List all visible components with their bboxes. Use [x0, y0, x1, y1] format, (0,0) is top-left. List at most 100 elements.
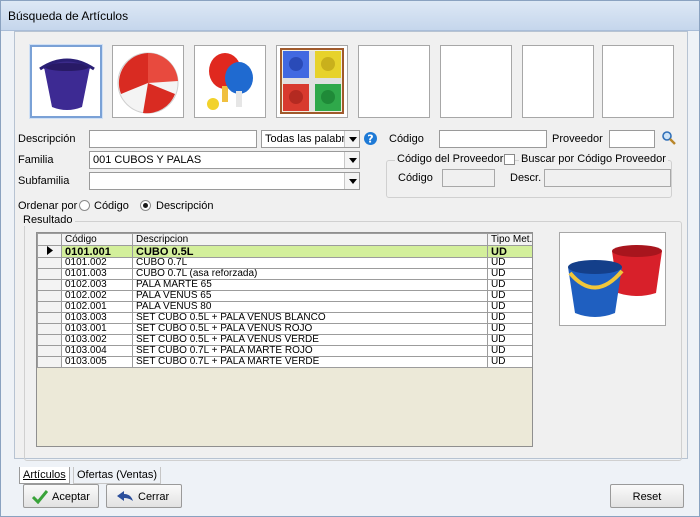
reset-button[interactable]: Reset	[610, 484, 684, 508]
aceptar-button[interactable]: Aceptar	[23, 484, 99, 508]
cell-tipo-met: UD	[487, 312, 532, 324]
proveedor-input[interactable]	[609, 130, 655, 148]
tab-ofertas-ventas[interactable]: Ofertas (Ventas)	[73, 467, 162, 484]
table-row[interactable]: 0102.002 PALA VENUS 65 UD	[37, 290, 532, 302]
cell-codigo: 0102.002	[61, 290, 133, 302]
help-icon[interactable]: ?	[363, 131, 378, 146]
cell-codigo: 0101.002	[61, 257, 133, 269]
cell-codigo: 0101.003	[61, 268, 133, 280]
familia-label: Familia	[18, 154, 54, 166]
svg-text:?: ?	[367, 133, 373, 146]
subfamilia-select[interactable]	[89, 172, 360, 190]
table-row[interactable]: 0103.001 SET CUBO 0.5L + PALA VENUS ROJO…	[37, 323, 532, 335]
cerrar-label: Cerrar	[138, 491, 170, 503]
product-thumbnail-bucket[interactable]	[30, 45, 102, 118]
cell-descripcion: SET CUBO 0.5L + PALA VENUS BLANCO	[132, 312, 488, 324]
cell-tipo-met: UD	[487, 345, 532, 357]
search-articles-window: Búsqueda de Artículos Descripción Todas …	[0, 0, 700, 517]
back-arrow-icon	[117, 491, 133, 501]
cell-descripcion: SET CUBO 0.5L + PALA VENUS VERDE	[132, 334, 488, 346]
cell-codigo: 0102.001	[61, 301, 133, 313]
proveedor-descr-input[interactable]	[544, 169, 671, 187]
buscar-por-codigo-proveedor-checkbox[interactable]	[504, 154, 515, 165]
table-row[interactable]: 0103.004 SET CUBO 0.7L + PALA MARTE ROJO…	[37, 345, 532, 357]
cell-tipo-met: UD	[487, 268, 532, 280]
table-row[interactable]: 0101.003 CUBO 0.7L (asa reforzada) UD	[37, 268, 532, 280]
column-header-codigo[interactable]: Código	[61, 233, 133, 246]
sort-codigo-label: Código	[94, 200, 129, 212]
cell-descripcion: CUBO 0.7L	[132, 257, 488, 269]
cell-codigo: 0103.001	[61, 323, 133, 335]
descripcion-input[interactable]	[89, 130, 257, 148]
product-thumbnail-board-game[interactable]	[276, 45, 348, 118]
grid-indicator-header	[37, 233, 62, 246]
product-thumbnail-paddles[interactable]	[194, 45, 266, 118]
cell-descripcion: SET CUBO 0.7L + PALA MARTE ROJO	[132, 345, 488, 357]
proveedor-codigo-input[interactable]	[442, 169, 495, 187]
cell-descripcion: SET CUBO 0.5L + PALA VENUS ROJO	[132, 323, 488, 335]
resultado-group-label: Resultado	[21, 214, 75, 226]
table-row[interactable]: 0103.005 SET CUBO 0.7L + PALA MARTE VERD…	[37, 356, 532, 368]
chevron-down-icon	[344, 152, 359, 168]
results-grid[interactable]: Código Descripcion Tipo Met. 0101.001 CU…	[36, 232, 533, 447]
codigo-label: Código	[389, 133, 424, 145]
cell-descripcion: PALA MARTE 65	[132, 279, 488, 291]
product-thumbnail-ball[interactable]	[112, 45, 184, 118]
product-preview-image	[559, 232, 666, 326]
cell-codigo: 0103.003	[61, 312, 133, 324]
checkmark-icon	[32, 490, 48, 504]
row-pointer-icon	[46, 246, 53, 255]
chevron-down-icon	[344, 173, 359, 189]
proveedor-codigo-label: Código	[398, 172, 433, 184]
cell-descripcion: PALA VENUS 80	[132, 301, 488, 313]
cell-descripcion: CUBO 0.5L	[132, 245, 488, 258]
cell-codigo: 0101.001	[61, 245, 133, 258]
familia-value: 001 CUBOS Y PALAS	[93, 154, 202, 166]
proveedor-descr-label: Descr.	[510, 172, 542, 184]
product-thumbnail-empty[interactable]	[602, 45, 674, 118]
table-row[interactable]: 0101.002 CUBO 0.7L UD	[37, 257, 532, 269]
sort-codigo-radio[interactable]	[79, 200, 90, 211]
cell-codigo: 0103.002	[61, 334, 133, 346]
table-row[interactable]: 0103.002 SET CUBO 0.5L + PALA VENUS VERD…	[37, 334, 532, 346]
cell-descripcion: PALA VENUS 65	[132, 290, 488, 302]
product-thumbnail-empty[interactable]	[358, 45, 430, 118]
product-thumbnail-empty[interactable]	[440, 45, 512, 118]
descripcion-label: Descripción	[18, 133, 76, 145]
sort-descripcion-label: Descripción	[156, 200, 214, 212]
cell-tipo-met: UD	[487, 301, 532, 313]
table-row[interactable]: 0103.003 SET CUBO 0.5L + PALA VENUS BLAN…	[37, 312, 532, 324]
cerrar-button[interactable]: Cerrar	[106, 484, 182, 508]
column-header-tipo-met[interactable]: Tipo Met.	[487, 233, 532, 246]
cell-tipo-met: UD	[487, 245, 532, 258]
tab-ofertas-label: Ofertas (Ventas)	[77, 469, 158, 481]
codigo-input[interactable]	[439, 130, 547, 148]
words-mode-value: Todas las palabras	[265, 133, 357, 145]
cell-codigo: 0103.004	[61, 345, 133, 357]
cell-descripcion: SET CUBO 0.7L + PALA MARTE VERDE	[132, 356, 488, 368]
tab-articulos[interactable]: Artículos	[19, 467, 70, 484]
cell-tipo-met: UD	[487, 257, 532, 269]
cell-codigo: 0102.003	[61, 279, 133, 291]
column-header-descripcion[interactable]: Descripcion	[132, 233, 488, 246]
window-title: Búsqueda de Artículos	[1, 1, 699, 31]
subfamilia-label: Subfamilia	[18, 175, 70, 187]
codigo-proveedor-group-label: Código del Proveedor	[395, 153, 506, 165]
ordenar-por-label: Ordenar por	[18, 200, 78, 212]
cell-tipo-met: UD	[487, 334, 532, 346]
product-thumbnail-empty[interactable]	[522, 45, 594, 118]
cell-tipo-met: UD	[487, 323, 532, 335]
table-row[interactable]: 0102.003 PALA MARTE 65 UD	[37, 279, 532, 291]
cell-tipo-met: UD	[487, 290, 532, 302]
buscar-por-codigo-proveedor-label: Buscar por Código Proveedor	[519, 153, 668, 165]
sort-descripcion-radio[interactable]	[140, 200, 151, 211]
words-mode-select[interactable]: Todas las palabras	[261, 130, 360, 148]
cell-descripcion: CUBO 0.7L (asa reforzada)	[132, 268, 488, 280]
reset-label: Reset	[632, 491, 662, 503]
familia-select[interactable]: 001 CUBOS Y PALAS	[89, 151, 360, 169]
cell-tipo-met: UD	[487, 356, 532, 368]
table-row[interactable]: 0102.001 PALA VENUS 80 UD	[37, 301, 532, 313]
table-row[interactable]: 0101.001 CUBO 0.5L UD	[37, 245, 532, 258]
magnifier-icon[interactable]	[661, 130, 677, 146]
tab-articulos-label: Artículos	[23, 469, 66, 481]
